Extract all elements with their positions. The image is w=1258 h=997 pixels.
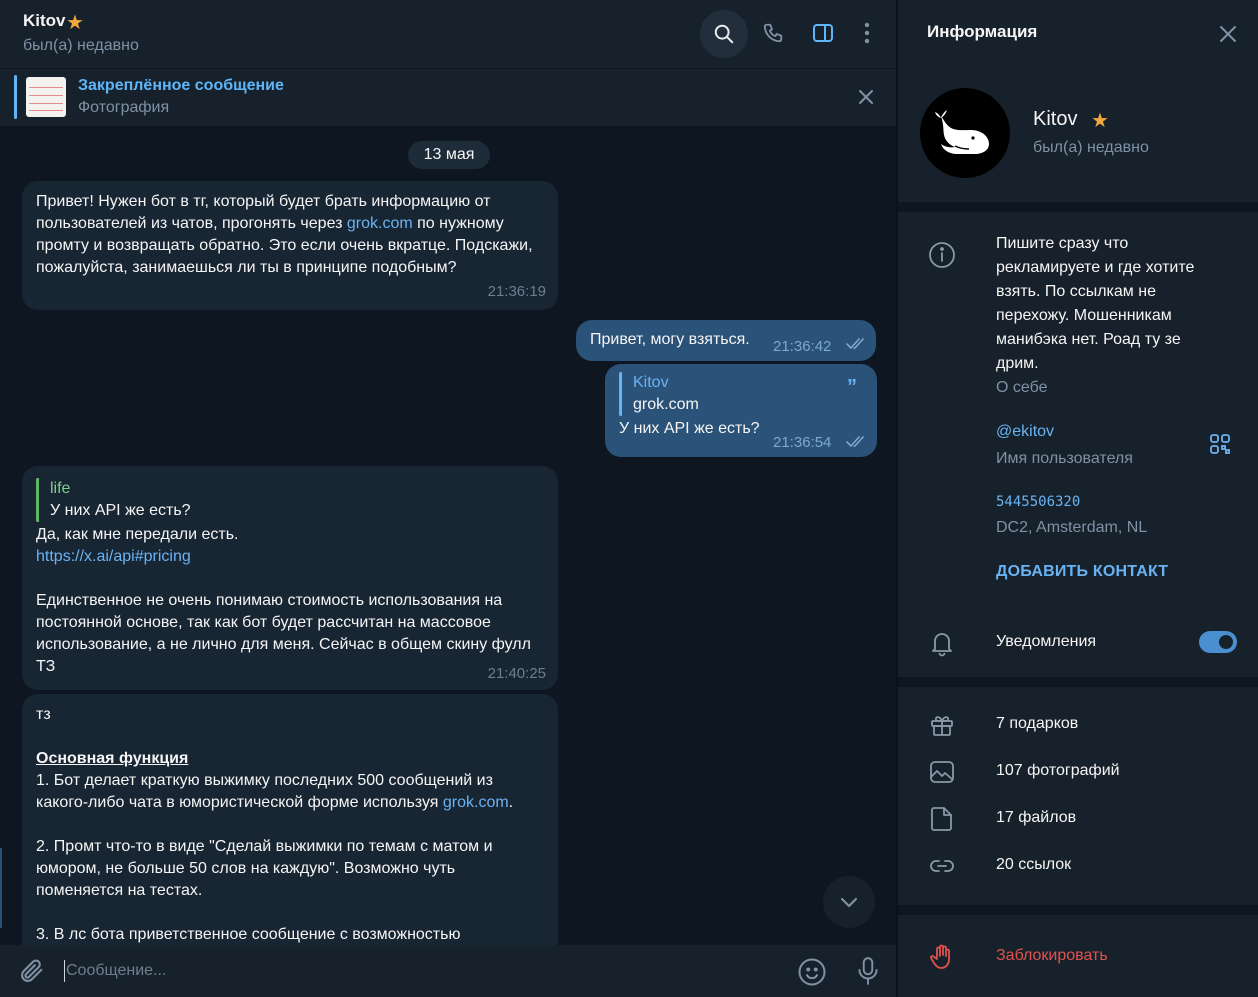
shared-files-item[interactable]: 17 файлов [996, 809, 1076, 827]
shared-photos-item[interactable]: 107 фотографий [996, 762, 1120, 780]
pinned-title: Закреплённое сообщение [78, 77, 284, 94]
bio-caption: О себе [996, 379, 1048, 396]
message-time: 21:36:19 [487, 283, 546, 300]
close-info-button[interactable] [1214, 20, 1242, 48]
notifications-toggle[interactable] [1199, 631, 1237, 653]
microphone-icon [858, 957, 878, 985]
block-user-button[interactable]: Заблокировать [996, 947, 1108, 965]
chat-title[interactable]: Kitov [23, 11, 66, 31]
username-caption: Имя пользователя [996, 450, 1133, 467]
toggle-info-panel-button[interactable] [802, 12, 844, 54]
sidebar-panel-icon [813, 24, 833, 42]
profile-name: Kitov [1033, 108, 1078, 130]
info-icon [929, 242, 955, 268]
qr-code-button[interactable] [1208, 432, 1232, 461]
more-menu-button[interactable] [846, 12, 888, 54]
add-contact-button[interactable]: ДОБАВИТЬ КОНТАКТ [996, 563, 1168, 581]
message-time: 21:40:25 [487, 665, 546, 682]
message-text: 3. В лс бота приветственное сообщение с … [36, 926, 461, 943]
message-text: 1. Бот делает краткую выжимку последних … [36, 772, 514, 811]
profile-bio[interactable]: Пишите сразу что рекламируете и где хоти… [996, 232, 1226, 376]
read-checkmarks-icon [846, 338, 864, 350]
message-link[interactable]: https://x.ai/api#pricing [36, 546, 544, 568]
message-incoming[interactable]: Привет! Нужен бот в тг, который будет бр… [22, 181, 558, 310]
emoji-button[interactable] [797, 957, 827, 992]
call-button[interactable] [752, 12, 794, 54]
pinned-photo-thumbnail [26, 77, 66, 117]
notifications-label: Уведомления [996, 633, 1097, 650]
photo-icon [930, 761, 954, 783]
message-time: 21:36:54 [773, 434, 832, 451]
message-time: 21:36:42 [773, 338, 832, 355]
more-vertical-icon [864, 22, 870, 44]
profile-id[interactable]: 5445506320 [996, 494, 1080, 510]
message-outgoing-reply[interactable]: Kitov grok.com ” У них API же есть? 21:3… [605, 364, 877, 457]
message-outgoing[interactable]: Привет, могу взяться. 21:36:42 [576, 320, 876, 361]
message-text: Привет! Нужен бот в тг, который будет бр… [36, 193, 537, 276]
profile-avatar[interactable] [920, 88, 1010, 178]
voice-record-button[interactable] [855, 956, 881, 991]
search-button[interactable] [700, 10, 748, 58]
profile-username[interactable]: @ekitov [996, 423, 1054, 441]
close-icon [859, 90, 873, 104]
reply-text: grok.com [633, 396, 699, 413]
section-separator [898, 677, 1258, 687]
message-text: Единственное не очень понимаю стоимость … [36, 592, 536, 675]
text-caret [64, 960, 65, 982]
unpin-button[interactable] [852, 83, 880, 111]
whale-logo-icon [935, 110, 989, 154]
message-input[interactable] [66, 959, 766, 983]
close-icon [1220, 26, 1236, 42]
scroll-to-bottom-button[interactable] [823, 876, 875, 928]
reply-author: Kitov [633, 374, 669, 391]
read-checkmarks-icon [846, 436, 864, 448]
section-separator [898, 905, 1258, 915]
message-text: Да, как мне передали есть. [36, 526, 239, 543]
shared-gifts-item[interactable]: 7 подарков [996, 715, 1078, 733]
date-separator: 13 мая [408, 141, 490, 169]
reply-quote[interactable]: life У них API же есть? [36, 478, 544, 522]
message-composer [0, 945, 896, 997]
chat-area: Kitov ★ был(а) недавно Закреплённое сооб… [0, 0, 896, 997]
file-icon [931, 807, 952, 831]
attach-button[interactable] [18, 957, 46, 990]
premium-star-icon[interactable]: ★ [1091, 108, 1109, 133]
smile-icon [798, 958, 826, 986]
shared-links-item[interactable]: 20 ссылок [996, 856, 1071, 874]
message-link[interactable]: grok.com [443, 794, 509, 811]
info-panel-title: Информация [927, 22, 1038, 41]
chevron-down-icon [840, 897, 858, 908]
paperclip-icon [21, 959, 43, 982]
phone-icon [763, 23, 783, 43]
reply-quote[interactable]: Kitov grok.com [619, 372, 863, 416]
message-incoming[interactable]: тз Основная функция 1. Бот делает кратку… [22, 694, 558, 954]
message-incoming-reply[interactable]: life У них API же есть? Да, как мне пере… [22, 466, 558, 690]
block-hand-icon [930, 944, 950, 969]
toggle-knob [1217, 633, 1235, 651]
gift-icon [931, 716, 953, 736]
chat-header[interactable]: Kitov ★ был(а) недавно [0, 0, 896, 68]
datacenter-caption: DC2, Amsterdam, NL [996, 519, 1148, 536]
link-icon [930, 860, 954, 872]
message-text: 2. Промт что-то в виде "Сделай выжимки п… [36, 838, 497, 899]
search-icon [714, 24, 734, 44]
quote-icon: ” [847, 376, 857, 398]
section-separator [898, 202, 1258, 212]
profile-status: был(а) недавно [1033, 139, 1149, 156]
pinned-message-bar[interactable]: Закреплённое сообщение Фотография [0, 68, 896, 126]
qr-code-icon [1210, 434, 1230, 454]
message-text: тз [36, 706, 51, 723]
pinned-indicator [14, 75, 17, 119]
pinned-subtitle: Фотография [78, 99, 170, 116]
reply-text: У них API же есть? [50, 502, 191, 519]
bell-icon [932, 633, 952, 657]
reply-author: life [50, 480, 71, 497]
message-heading: Основная функция [36, 750, 189, 767]
premium-star-icon: ★ [66, 12, 84, 34]
chat-status: был(а) недавно [23, 37, 139, 54]
info-panel: Информация Kitov ★ был(а) недавно Пишите… [898, 0, 1258, 997]
scroll-indicator [0, 848, 2, 928]
message-link[interactable]: grok.com [347, 215, 413, 232]
